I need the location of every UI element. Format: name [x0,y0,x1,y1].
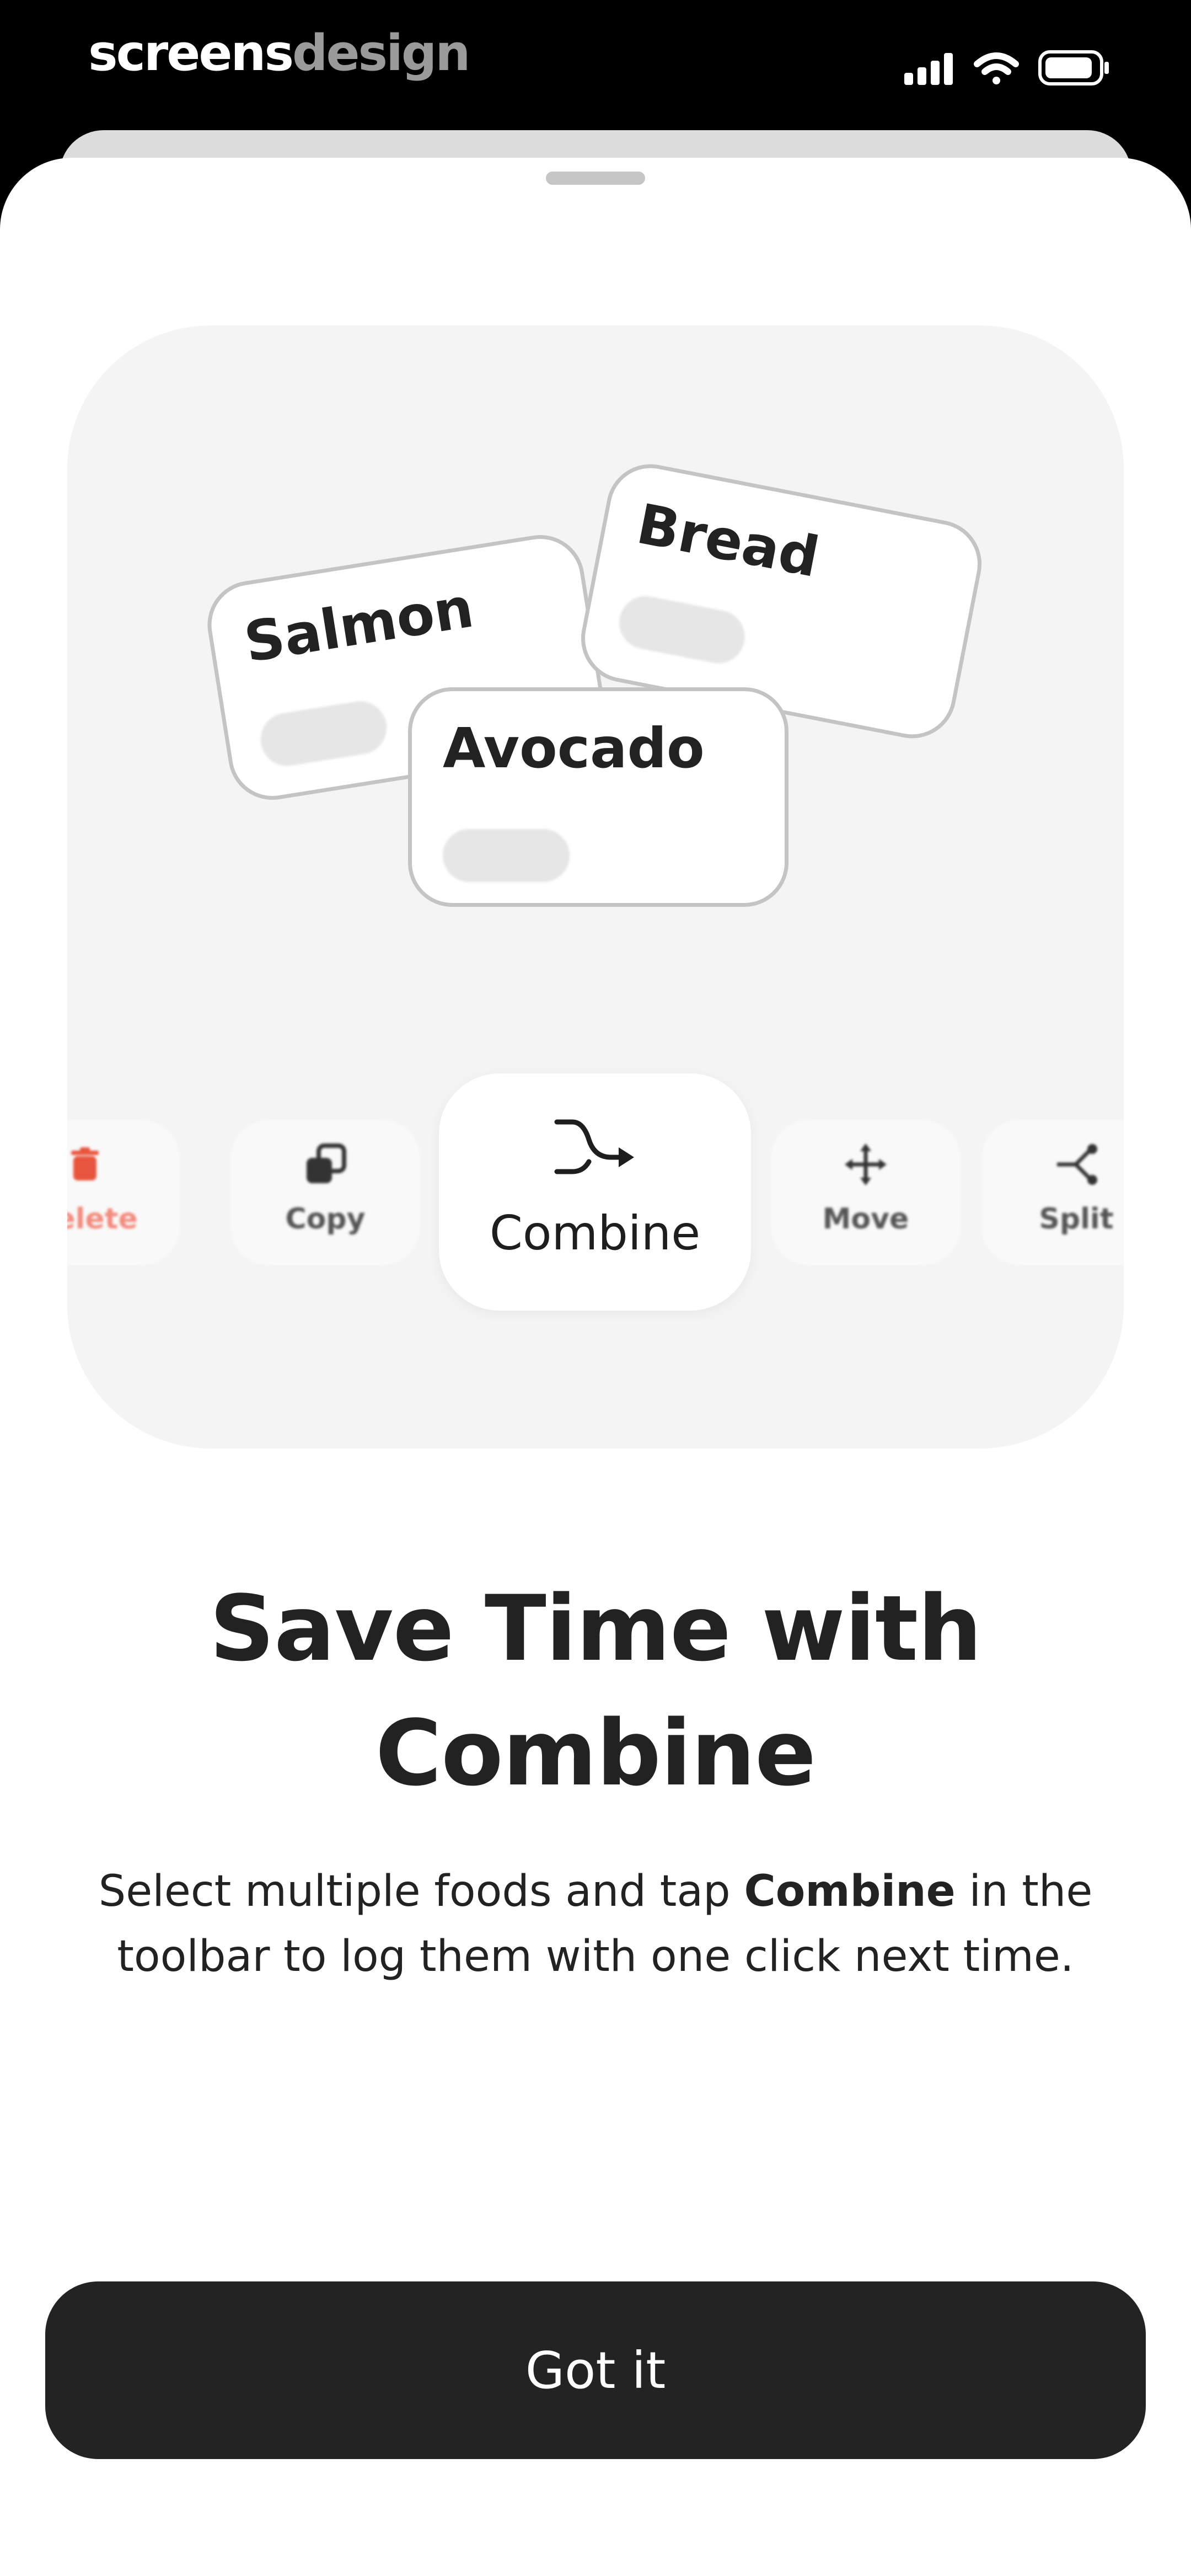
description-bold-keyword: Combine [744,1867,956,1916]
page-title-line1: Save Time with [209,1576,982,1681]
page-title-line2: Combine [375,1701,817,1806]
brand-logo-part2: design [292,24,470,82]
food-card-name: Salmon [240,575,478,675]
description-text-start: Select multiple foods and tap [98,1867,744,1916]
split-icon [1057,1144,1097,1185]
brand-logo: screensdesign [88,23,470,84]
merge-icon [554,1119,634,1174]
toolbar-label: Split [1039,1203,1114,1236]
toolbar-label: Combine [489,1206,701,1261]
toolbar-copy-button: Copy [230,1120,420,1265]
toolbar-label: Copy [285,1203,366,1236]
toolbar-label: Move [822,1203,909,1236]
toolbar-label: Delete [67,1203,138,1236]
sheet-grabber-handle[interactable] [546,172,645,185]
food-card-placeholder [443,829,570,882]
toolbar-delete-button: Delete [67,1120,180,1265]
food-card-placeholder [614,591,749,668]
food-card-name: Avocado [443,716,705,781]
cellular-signal-icon [904,53,953,85]
toolbar-split-button: Split [981,1120,1124,1265]
toolbar-move-button: Move [771,1120,961,1265]
page-description: Select multiple foods and tap Combine in… [66,1859,1125,1989]
status-icons [904,49,1114,87]
food-card-name: Bread [632,491,824,590]
battery-icon [1038,50,1109,85]
illustration-panel: Salmon Bread Avocado Delete Copy [67,325,1124,1449]
toolbar-combine-button: Combine [439,1073,751,1311]
copy-icon [307,1143,346,1183]
got-it-button[interactable]: Got it [45,2281,1146,2459]
food-card-avocado: Avocado [408,687,788,907]
wifi-icon [974,52,1019,84]
food-card-placeholder [256,697,391,770]
page-title: Save Time with Combine [110,1567,1081,1816]
trash-icon [71,1147,99,1180]
brand-logo-part1: screens [88,24,294,82]
move-icon [845,1143,887,1185]
